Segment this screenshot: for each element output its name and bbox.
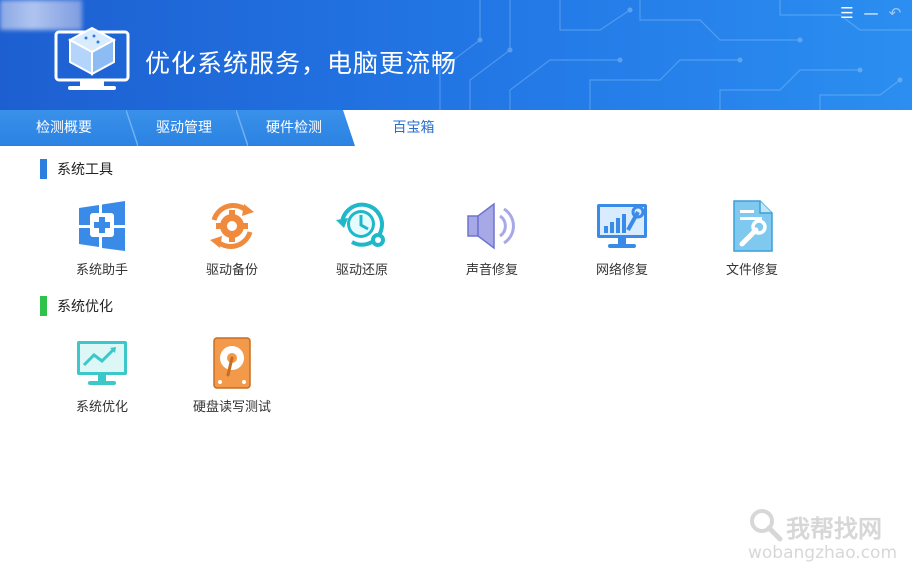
section-bar (40, 296, 47, 316)
watermark-cn-text: 我帮找网 (786, 515, 882, 543)
tool-disk-rw-test[interactable]: 硬盘读写测试 (182, 335, 282, 417)
tool-label: 网络修复 (595, 263, 648, 278)
windows-plus-icon (79, 201, 125, 251)
section-title: 系统优化 (57, 299, 113, 315)
tool-network-repair[interactable]: 网络修复 (572, 198, 672, 280)
section-bar (40, 159, 47, 179)
hard-disk-icon (213, 337, 251, 389)
gear-cycle-icon (210, 203, 254, 249)
tool-label: 文件修复 (725, 263, 778, 278)
tab-hardware-check[interactable]: 硬件检测 (240, 110, 348, 146)
section-system-tools: 系统工具 (40, 159, 113, 179)
tool-label: 系统优化 (75, 400, 128, 415)
tool-label: 声音修复 (465, 263, 518, 278)
window-controls: ☰ — ↶ (838, 4, 904, 22)
section-system-optimize: 系统优化 (40, 296, 113, 316)
monitor-trend-icon (77, 341, 127, 385)
tab-driver-management[interactable]: 驱动管理 (128, 110, 240, 146)
tool-label: 驱动还原 (335, 263, 388, 278)
header-banner: 优化系统服务，电脑更流畅 ☰ — ↶ (0, 0, 912, 110)
computer-box-logo-icon (54, 26, 130, 90)
minimize-icon[interactable]: — (862, 4, 880, 22)
menu-icon[interactable]: ☰ (838, 4, 856, 22)
tab-overview[interactable]: 检测概要 (0, 110, 128, 146)
back-icon[interactable]: ↶ (886, 4, 904, 22)
tool-driver-restore[interactable]: 驱动还原 (312, 198, 412, 280)
tool-label: 驱动备份 (205, 263, 258, 278)
magnifier-icon (750, 509, 783, 542)
tab-bar: 检测概要 驱动管理 硬件检测 百宝箱 (0, 110, 912, 146)
watermark: 我帮找网 wobangzhao.com (746, 505, 906, 567)
tool-file-repair[interactable]: 文件修复 (702, 198, 802, 280)
file-wrench-icon (733, 200, 773, 252)
tool-driver-backup[interactable]: 驱动备份 (182, 198, 282, 280)
section-title: 系统工具 (57, 162, 113, 178)
speaker-icon (467, 202, 515, 250)
watermark-en-text: wobangzhao.com (748, 543, 898, 563)
tool-label: 系统助手 (75, 263, 128, 278)
clock-restore-icon (336, 202, 385, 247)
tool-system-optimize[interactable]: 系统优化 (52, 335, 152, 417)
app-title: 优化系统服务，电脑更流畅 (145, 49, 458, 78)
tab-strip: 检测概要 驱动管理 硬件检测 百宝箱 (0, 110, 484, 146)
network-wrench-icon (597, 204, 647, 248)
tool-system-assistant[interactable]: 系统助手 (52, 198, 152, 280)
tab-toolbox[interactable]: 百宝箱 (343, 110, 484, 146)
tool-label: 硬盘读写测试 (192, 400, 271, 415)
tool-sound-repair[interactable]: 声音修复 (442, 198, 542, 280)
